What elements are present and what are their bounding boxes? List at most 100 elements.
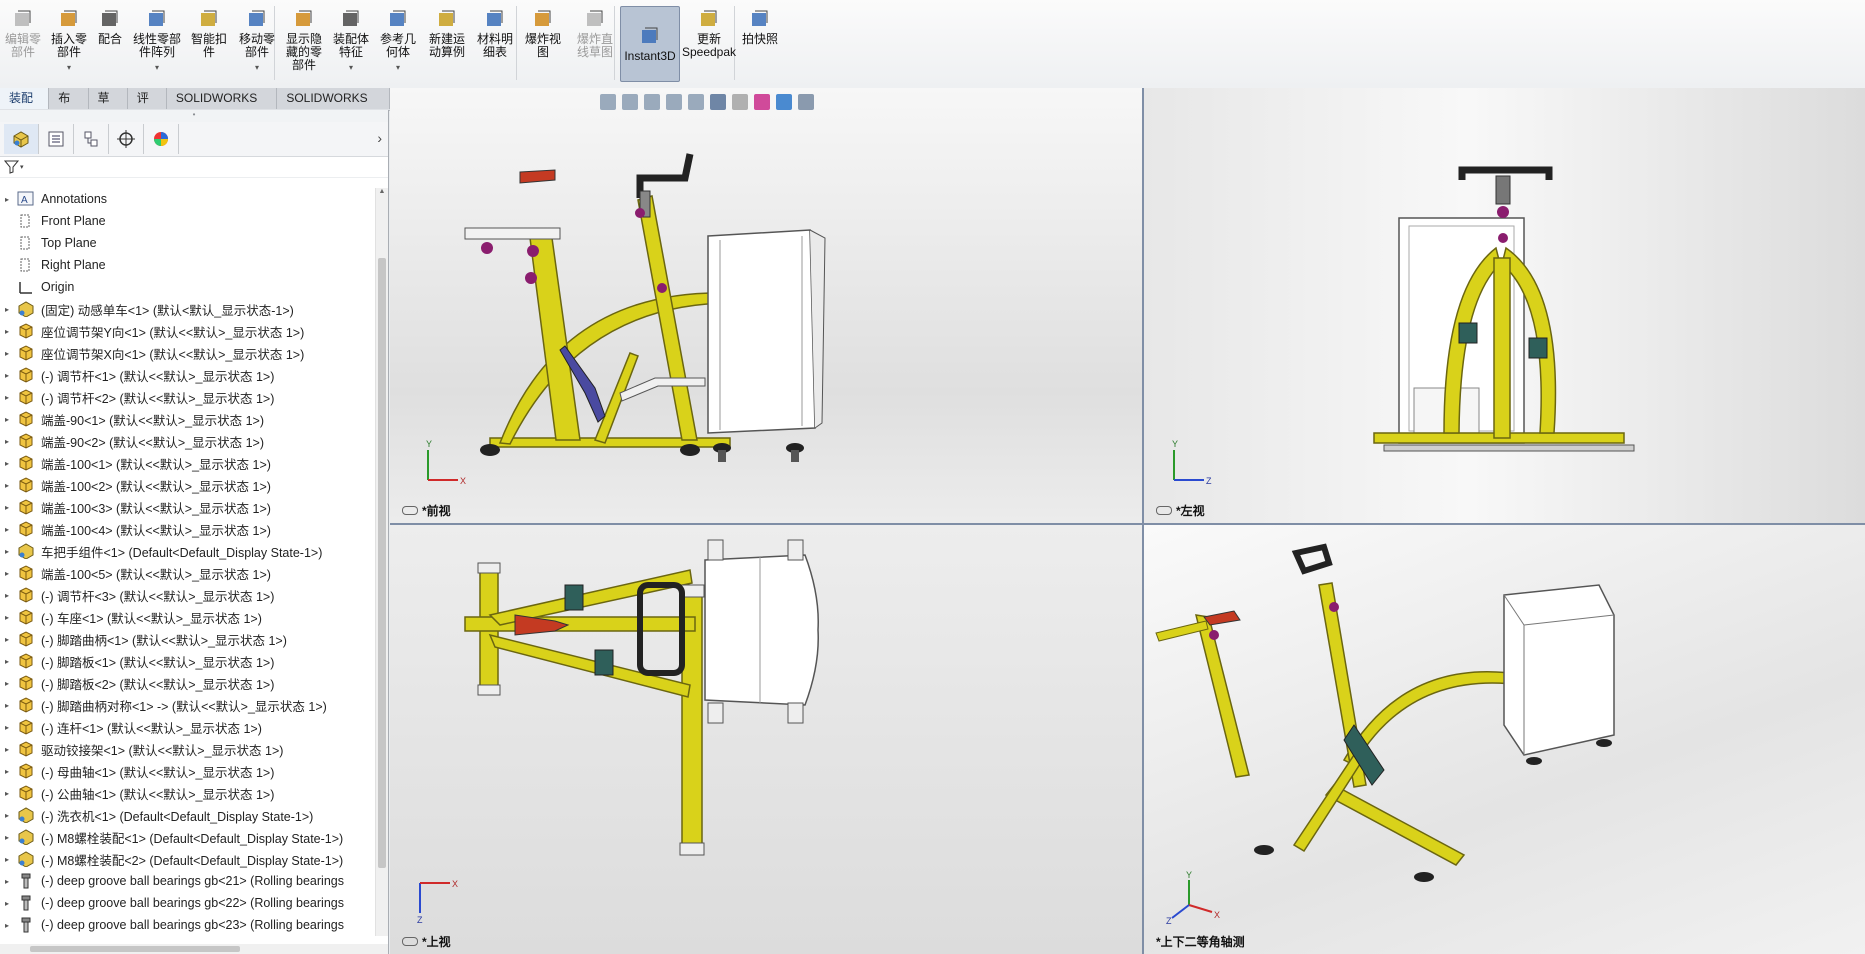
expand-toggle-icon[interactable]: ▸ — [0, 305, 14, 314]
dropdown-arrow-icon[interactable]: ▾ — [349, 61, 353, 74]
expand-toggle-icon[interactable]: ▸ — [0, 767, 14, 776]
hide-show-items-icon[interactable] — [732, 94, 748, 110]
filter-icon[interactable] — [4, 160, 20, 174]
tree-item[interactable]: ▸ 端盖-90<1> (默认<<默认>_显示状态 1>) — [0, 408, 374, 430]
link-views-icon[interactable] — [1156, 506, 1172, 515]
display-manager-tab[interactable] — [144, 124, 179, 154]
tree-item[interactable]: ▸ (-) 车座<1> (默认<<默认>_显示状态 1>) — [0, 606, 374, 628]
tree-item[interactable]: Top Plane — [0, 232, 374, 254]
expand-toggle-icon[interactable]: ▸ — [0, 327, 14, 336]
expand-toggle-icon[interactable]: ▸ — [0, 811, 14, 820]
tree-item[interactable]: ▸ (-) 脚踏板<2> (默认<<默认>_显示状态 1>) — [0, 672, 374, 694]
expand-toggle-icon[interactable]: ▸ — [0, 547, 14, 556]
expand-toggle-icon[interactable]: ▸ — [0, 525, 14, 534]
expand-toggle-icon[interactable]: ▸ — [0, 415, 14, 424]
tree-item[interactable]: ▸ (-) 调节杆<2> (默认<<默认>_显示状态 1>) — [0, 386, 374, 408]
dropdown-arrow-icon[interactable]: ▾ — [155, 61, 159, 74]
exploded-view-button[interactable]: 爆炸视 图 — [520, 8, 566, 59]
move-component-button[interactable]: 移动零 部件 ▾ — [236, 8, 278, 74]
tree-item[interactable]: Front Plane — [0, 210, 374, 232]
tree-item[interactable]: ▸ 端盖-100<3> (默认<<默认>_显示状态 1>) — [0, 496, 374, 518]
tree-item[interactable]: ▸ (-) 洗衣机<1> (Default<Default_Display Sta… — [0, 804, 374, 826]
tree-hscroll-thumb[interactable] — [30, 946, 240, 952]
tree-item[interactable]: ▸ (-) deep groove ball bearings gb<23> (R… — [0, 914, 374, 936]
expand-toggle-icon[interactable]: ▸ — [0, 635, 14, 644]
tree-item[interactable]: ▸ (-) 连杆<1> (默认<<默认>_显示状态 1>) — [0, 716, 374, 738]
dropdown-arrow-icon[interactable]: ▾ — [67, 61, 71, 74]
expand-toggle-icon[interactable]: ▸ — [0, 613, 14, 622]
link-views-icon[interactable] — [402, 506, 418, 515]
expand-toggle-icon[interactable]: ▸ — [0, 855, 14, 864]
zoom-area-icon[interactable] — [622, 94, 638, 110]
expand-toggle-icon[interactable]: ▸ — [0, 679, 14, 688]
tree-item[interactable]: ▸ 端盖-100<1> (默认<<默认>_显示状态 1>) — [0, 452, 374, 474]
tree-item[interactable]: ▸ 端盖-90<2> (默认<<默认>_显示状态 1>) — [0, 430, 374, 452]
insert-component-button[interactable]: 插入零 部件 ▾ — [48, 8, 90, 74]
expand-toggle-icon[interactable]: ▸ — [0, 591, 14, 600]
bom-button[interactable]: 材料明 细表 — [474, 8, 516, 59]
zoom-to-fit-icon[interactable] — [600, 94, 616, 110]
expand-toggle-icon[interactable]: ▸ — [0, 569, 14, 578]
expand-toggle-icon[interactable]: ▸ — [0, 459, 14, 468]
mate-button[interactable]: 配合 — [94, 8, 126, 46]
tree-item[interactable]: ▸ 座位调节架X向<1> (默认<<默认>_显示状态 1>) — [0, 342, 374, 364]
link-views-icon[interactable] — [402, 937, 418, 946]
show-hidden-button[interactable]: 显示隐 藏的零 部件 — [282, 8, 326, 72]
expand-toggle-icon[interactable]: ▸ — [0, 833, 14, 842]
expand-toggle-icon[interactable]: ▸ — [0, 657, 14, 666]
filter-dropdown-icon[interactable]: ▾ — [20, 163, 24, 171]
tab-1[interactable]: 布局 — [49, 88, 89, 126]
apply-scene-icon[interactable] — [776, 94, 792, 110]
tree-item[interactable]: ▸ (-) 脚踏曲柄<1> (默认<<默认>_显示状态 1>) — [0, 628, 374, 650]
tab-2[interactable]: 草图 — [88, 88, 128, 126]
speedpak-button[interactable]: 更新 Speedpak — [680, 8, 738, 59]
motion-study-button[interactable]: 新建运 动算例 — [424, 8, 470, 59]
panel-resize-grip[interactable]: • — [0, 110, 388, 122]
expand-toggle-icon[interactable]: ▸ — [0, 701, 14, 710]
tab-5[interactable]: SOLIDWORKS MBD — [277, 88, 390, 126]
viewport-isometric[interactable]: Y X Z *上下二等角轴测 — [1144, 525, 1865, 954]
dropdown-arrow-icon[interactable]: ▾ — [396, 61, 400, 74]
expand-toggle-icon[interactable]: ▸ — [0, 393, 14, 402]
tree-item[interactable]: ▸ (-) M8螺栓装配<2> (Default<Default_Display … — [0, 848, 374, 870]
expand-toggle-icon[interactable]: ▸ — [0, 899, 14, 908]
tree-item[interactable]: ▸ (-) deep groove ball bearings gb<21> (R… — [0, 870, 374, 892]
tree-horizontal-scrollbar[interactable] — [0, 944, 388, 954]
smart-fastener-button[interactable]: 智能扣 件 — [186, 8, 232, 59]
viewport-horizontal-splitter[interactable] — [390, 523, 1865, 525]
expand-toggle-icon[interactable]: ▸ — [0, 723, 14, 732]
tab-3[interactable]: 评估 — [127, 88, 167, 126]
viewport-top[interactable]: X Z *上视 — [390, 525, 1142, 954]
viewport-vertical-splitter[interactable] — [1142, 88, 1144, 954]
snapshot-button[interactable]: 拍快照 — [740, 8, 780, 46]
expand-toggle-icon[interactable]: ▸ — [0, 371, 14, 380]
tree-item[interactable]: ▸ (-) 调节杆<3> (默认<<默认>_显示状态 1>) — [0, 584, 374, 606]
tree-item[interactable]: ▸ 端盖-100<2> (默认<<默认>_显示状态 1>) — [0, 474, 374, 496]
tree-item[interactable]: ▸ (-) M8螺栓装配<1> (Default<Default_Display … — [0, 826, 374, 848]
tree-item[interactable]: ▸ (-) 脚踏曲柄对称<1> -> (默认<<默认>_显示状态 1>) — [0, 694, 374, 716]
feature-manager-tab[interactable] — [4, 124, 39, 154]
instant3d-button[interactable]: Instant3D — [620, 6, 680, 82]
tree-item[interactable]: ▸ (-) 脚踏板<1> (默认<<默认>_显示状态 1>) — [0, 650, 374, 672]
tree-item[interactable]: ▸ (-) deep groove ball bearings gb<22> (R… — [0, 892, 374, 914]
expand-toggle-icon[interactable]: ▸ — [0, 503, 14, 512]
tree-scroll-thumb[interactable] — [378, 258, 386, 868]
dropdown-arrow-icon[interactable]: ▾ — [255, 61, 259, 74]
tree-item[interactable]: ▸ (-) 调节杆<1> (默认<<默认>_显示状态 1>) — [0, 364, 374, 386]
tree-item[interactable]: ▸ 端盖-100<5> (默认<<默认>_显示状态 1>) — [0, 562, 374, 584]
tree-item[interactable]: ▸ 驱动铰接架<1> (默认<<默认>_显示状态 1>) — [0, 738, 374, 760]
tree-item[interactable]: ▸ A Annotations — [0, 188, 374, 210]
property-manager-tab[interactable] — [39, 124, 74, 154]
view-orientation-icon[interactable] — [688, 94, 704, 110]
scroll-up-arrow-icon[interactable]: ▲ — [376, 188, 388, 195]
tree-vertical-scrollbar[interactable]: ▲ — [375, 188, 388, 936]
expand-toggle-icon[interactable]: ▸ — [0, 921, 14, 930]
previous-view-icon[interactable] — [644, 94, 660, 110]
expand-toggle-icon[interactable]: ▸ — [0, 877, 14, 886]
reference-geometry-button[interactable]: 参考几 何体 ▾ — [376, 8, 420, 74]
tree-item[interactable]: ▸ (-) 母曲轴<1> (默认<<默认>_显示状态 1>) — [0, 760, 374, 782]
expand-toggle-icon[interactable]: ▸ — [0, 437, 14, 446]
edit-appearance-icon[interactable] — [754, 94, 770, 110]
tree-item[interactable]: Origin — [0, 276, 374, 298]
viewport-left[interactable]: Y Z *左视 — [1144, 88, 1865, 523]
